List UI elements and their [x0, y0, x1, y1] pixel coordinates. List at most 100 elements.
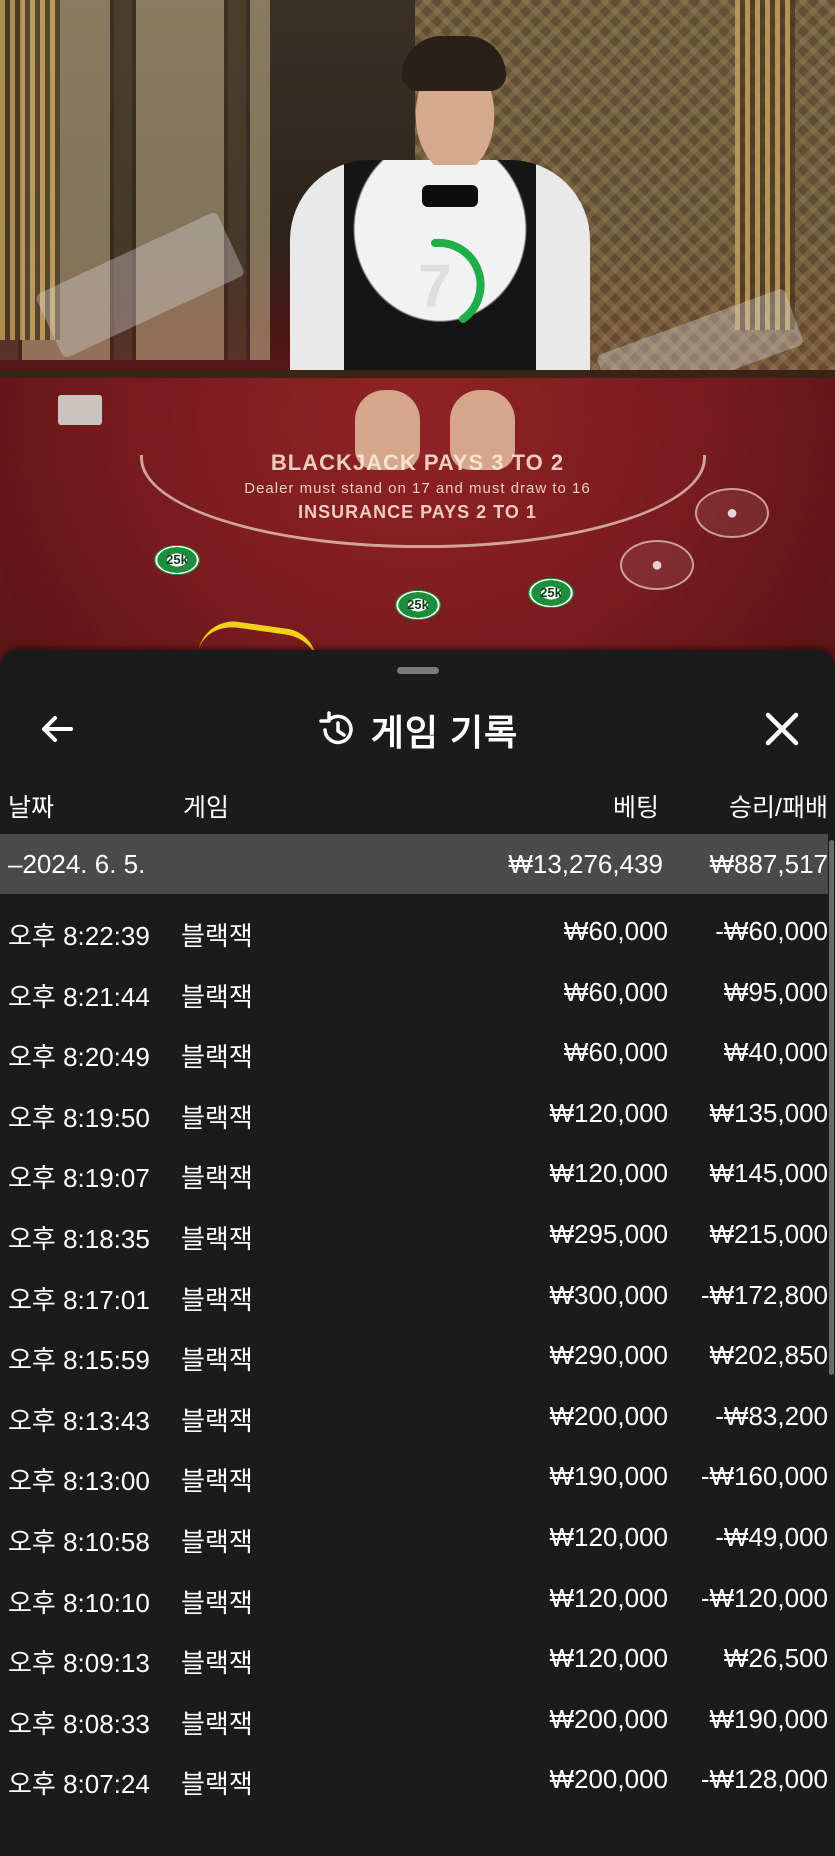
row-game: 블랙잭 — [181, 1223, 253, 1254]
row-bet: ₩120,000 — [549, 1521, 668, 1552]
table-row[interactable]: 오후 8:19:07 블랙잭 ₩120,000 ₩145,000 — [0, 1144, 828, 1205]
row-game: 블랙잭 — [181, 1042, 253, 1073]
panel-title-group: 게임 기록 — [0, 690, 835, 770]
row-win-loss: -₩120,000 — [700, 1582, 828, 1613]
table-row[interactable]: 오후 8:20:49 블랙잭 ₩60,000 ₩40,000 — [0, 1023, 828, 1084]
row-time: 오후 8:10:58 — [8, 1526, 150, 1557]
row-game: 블랙잭 — [181, 1163, 253, 1194]
day-summary-win: ₩887,517 — [709, 849, 828, 879]
column-header-win-loss[interactable]: 승리/패배 — [729, 788, 828, 824]
row-time: 오후 8:13:00 — [8, 1466, 150, 1497]
row-game: 블랙잭 — [181, 1708, 253, 1739]
chip: 25k — [154, 545, 200, 575]
row-time: 오후 8:08:33 — [8, 1708, 150, 1739]
row-win-loss: -₩83,200 — [715, 1400, 828, 1431]
row-time: 오후 8:19:07 — [8, 1163, 150, 1194]
history-list: 오후 8:22:39 블랙잭 ₩60,000 -₩60,000 오후 8:21:… — [0, 902, 828, 1811]
page-title: 게임 기록 — [370, 712, 519, 753]
chip: 25k — [528, 578, 574, 608]
row-game: 블랙잭 — [181, 981, 253, 1012]
row-bet: ₩200,000 — [549, 1703, 668, 1734]
row-game: 블랙잭 — [181, 1769, 253, 1800]
column-header-date[interactable]: 날짜 — [8, 788, 54, 824]
row-time: 오후 8:18:35 — [8, 1223, 150, 1254]
row-time: 오후 8:15:59 — [8, 1345, 150, 1376]
table-row[interactable]: 오후 8:07:24 블랙잭 ₩200,000 -₩128,000 — [0, 1750, 828, 1811]
row-win-loss: -₩160,000 — [700, 1461, 828, 1492]
table-row[interactable]: 오후 8:22:39 블랙잭 ₩60,000 -₩60,000 — [0, 902, 828, 963]
row-bet: ₩120,000 — [549, 1097, 668, 1128]
table-row[interactable]: 오후 8:17:01 블랙잭 ₩300,000 -₩172,800 — [0, 1266, 828, 1327]
table-row[interactable]: 오후 8:08:33 블랙잭 ₩200,000 ₩190,000 — [0, 1690, 828, 1751]
table-header: 날짜 게임 베팅 승리/패배 — [0, 778, 835, 828]
row-time: 오후 8:17:01 — [8, 1284, 150, 1315]
row-bet: ₩200,000 — [549, 1400, 668, 1431]
row-bet: ₩60,000 — [563, 916, 668, 946]
chip: 25k — [395, 590, 441, 620]
dealer-hair — [402, 36, 506, 91]
row-win-loss: -₩49,000 — [715, 1521, 828, 1552]
countdown-timer: 7 — [385, 235, 485, 335]
card — [58, 395, 102, 425]
column-header-game[interactable]: 게임 — [183, 788, 229, 824]
scrollbar[interactable] — [829, 840, 834, 1375]
row-win-loss: ₩215,000 — [709, 1218, 828, 1249]
row-win-loss: ₩190,000 — [709, 1703, 828, 1734]
row-time: 오후 8:09:13 — [8, 1648, 150, 1679]
history-icon — [319, 711, 353, 745]
table-row[interactable]: 오후 8:21:44 블랙잭 ₩60,000 ₩95,000 — [0, 963, 828, 1024]
table-row[interactable]: 오후 8:13:00 블랙잭 ₩190,000 -₩160,000 — [0, 1447, 828, 1508]
row-time: 오후 8:22:39 — [8, 921, 150, 951]
row-time: 오후 8:20:49 — [8, 1042, 150, 1073]
live-video: BLACKJACK PAYS 3 TO 2 Dealer must stand … — [0, 0, 835, 680]
row-bet: ₩60,000 — [563, 976, 668, 1007]
row-bet: ₩190,000 — [549, 1461, 668, 1492]
table-row[interactable]: 오후 8:19:50 블랙잭 ₩120,000 ₩135,000 — [0, 1084, 828, 1145]
row-win-loss: -₩172,800 — [700, 1279, 828, 1310]
row-time: 오후 8:13:43 — [8, 1405, 150, 1436]
row-time: 오후 8:19:50 — [8, 1102, 150, 1133]
pillar — [735, 0, 795, 330]
seat-icon[interactable]: ● — [695, 488, 769, 538]
row-game: 블랙잭 — [181, 1102, 253, 1133]
timer-value: 7 — [418, 251, 452, 319]
row-game: 블랙잭 — [181, 1526, 253, 1557]
row-game: 블랙잭 — [181, 1284, 253, 1315]
bowtie — [422, 185, 478, 207]
panel-header: 게임 기록 — [0, 690, 835, 770]
table-text-payout: BLACKJACK PAYS 3 TO 2 — [270, 450, 565, 475]
row-game: 블랙잭 — [181, 1405, 253, 1436]
day-summary-bet: ₩13,276,439 — [508, 849, 663, 879]
row-win-loss: ₩95,000 — [723, 976, 828, 1007]
row-game: 블랙잭 — [181, 1345, 253, 1376]
row-bet: ₩60,000 — [563, 1037, 668, 1068]
row-bet: ₩300,000 — [549, 1279, 668, 1310]
day-summary-row[interactable]: –2024. 6. 5. ₩13,276,439 ₩887,517 — [0, 834, 828, 894]
row-time: 오후 8:10:10 — [8, 1587, 150, 1618]
row-bet: ₩290,000 — [549, 1340, 668, 1371]
table-row[interactable]: 오후 8:15:59 블랙잭 ₩290,000 ₩202,850 — [0, 1326, 828, 1387]
row-win-loss: ₩40,000 — [723, 1037, 828, 1068]
seat-icon[interactable]: ● — [620, 540, 694, 590]
row-bet: ₩295,000 — [549, 1218, 668, 1249]
table-row[interactable]: 오후 8:10:58 블랙잭 ₩120,000 -₩49,000 — [0, 1508, 828, 1569]
table-row[interactable]: 오후 8:10:10 블랙잭 ₩120,000 -₩120,000 — [0, 1569, 828, 1630]
drag-handle[interactable] — [397, 667, 439, 674]
close-button[interactable] — [757, 704, 807, 754]
day-summary-date: –2024. 6. 5. — [8, 849, 146, 879]
row-win-loss: ₩145,000 — [709, 1158, 828, 1189]
back-button[interactable] — [32, 704, 82, 754]
table-row[interactable]: 오후 8:18:35 블랙잭 ₩295,000 ₩215,000 — [0, 1205, 828, 1266]
row-win-loss: ₩26,500 — [723, 1643, 828, 1674]
row-time: 오후 8:07:24 — [8, 1769, 150, 1800]
table-row[interactable]: 오후 8:13:43 블랙잭 ₩200,000 -₩83,200 — [0, 1387, 828, 1448]
column-header-bet[interactable]: 베팅 — [613, 788, 659, 824]
arrow-left-icon — [42, 716, 73, 742]
row-win-loss: ₩202,850 — [709, 1340, 828, 1371]
table-row[interactable]: 오후 8:09:13 블랙잭 ₩120,000 ₩26,500 — [0, 1629, 828, 1690]
row-win-loss: ₩135,000 — [709, 1097, 828, 1128]
game-history-panel: 게임 기록 날짜 게임 베팅 승리/패배 –2024. 6. 5. ₩13,27… — [0, 650, 835, 1856]
row-game: 블랙잭 — [181, 1648, 253, 1679]
row-bet: ₩120,000 — [549, 1582, 668, 1613]
screen: BLACKJACK PAYS 3 TO 2 Dealer must stand … — [0, 0, 835, 1856]
